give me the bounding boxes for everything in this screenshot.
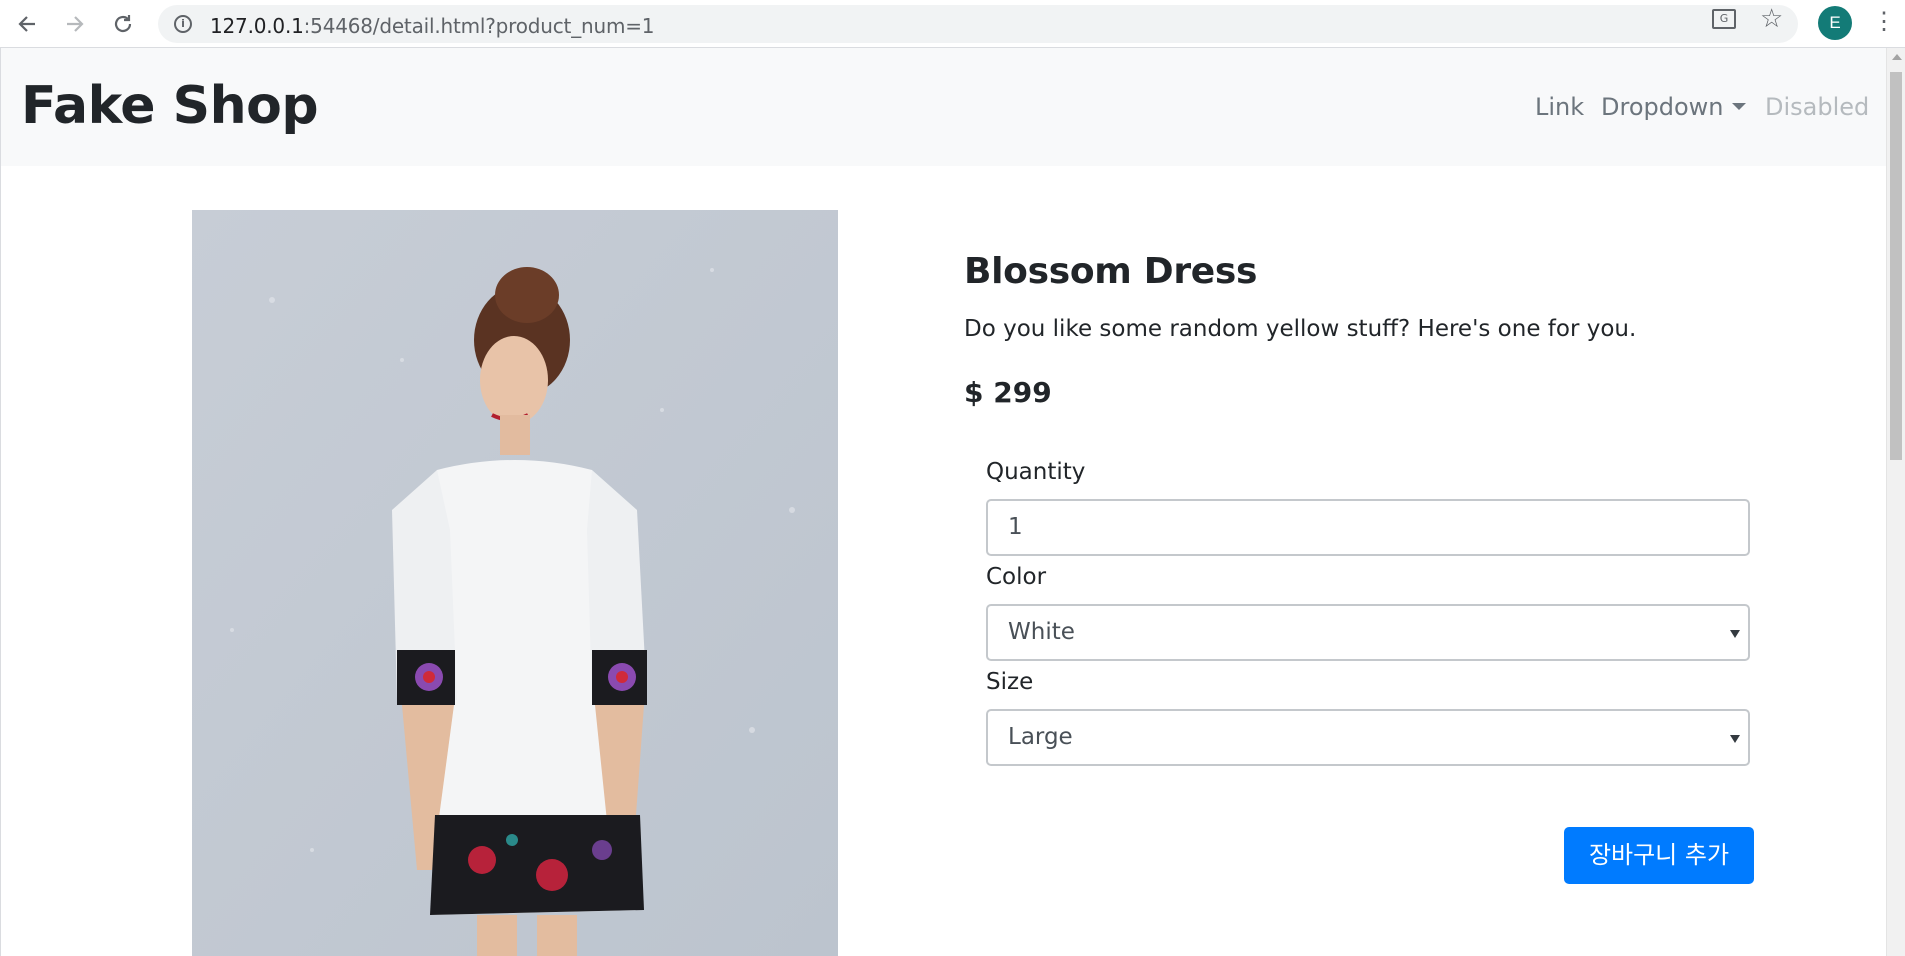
brand-logo[interactable]: Fake Shop (21, 76, 319, 136)
chevron-down-icon (1730, 735, 1740, 743)
forward-arrow-icon[interactable] (58, 7, 92, 41)
nav-dropdown-label: Dropdown (1601, 93, 1724, 121)
color-label: Color (986, 564, 1047, 590)
product-price: $ 299 (964, 376, 1052, 409)
back-arrow-icon[interactable] (10, 7, 44, 41)
quantity-input[interactable]: 1 (986, 499, 1750, 556)
info-icon[interactable]: i (174, 15, 192, 33)
reload-icon[interactable] (106, 7, 140, 41)
color-select-value: White (1008, 619, 1075, 645)
navbar: Fake Shop Link Dropdown Disabled (1, 48, 1886, 166)
product-image (192, 210, 838, 956)
quantity-label: Quantity (986, 459, 1086, 485)
add-to-cart-button[interactable]: 장바구니 추가 (1564, 827, 1754, 884)
size-select-value: Large (1008, 724, 1073, 750)
nav-dropdown[interactable]: Dropdown (1601, 93, 1746, 121)
scroll-up-arrow-icon[interactable] (1892, 54, 1902, 60)
url-text[interactable]: 127.0.0.1:54468/detail.html?product_num=… (210, 14, 655, 38)
address-bar[interactable]: i 127.0.0.1:54468/detail.html?product_nu… (158, 5, 1798, 43)
size-label: Size (986, 669, 1034, 695)
size-select[interactable]: Large (986, 709, 1750, 766)
product-description: Do you like some random yellow stuff? He… (964, 316, 1637, 342)
caret-down-icon (1731, 103, 1746, 110)
vertical-scrollbar[interactable] (1886, 48, 1905, 956)
url-path: :54468/detail.html?product_num=1 (303, 14, 655, 38)
product-title: Blossom Dress (964, 251, 1258, 292)
nav-disabled-link: Disabled (1765, 93, 1870, 121)
kebab-menu-icon[interactable]: ⋮ (1872, 7, 1896, 41)
chevron-down-icon (1730, 630, 1740, 638)
color-select[interactable]: White (986, 604, 1750, 661)
avatar[interactable]: E (1818, 6, 1852, 40)
translate-icon[interactable]: G (1712, 9, 1736, 29)
page-viewport: Fake Shop Link Dropdown Disabled Blossom… (0, 48, 1886, 956)
scroll-thumb[interactable] (1890, 72, 1902, 460)
browser-toolbar: i 127.0.0.1:54468/detail.html?product_nu… (0, 0, 1905, 48)
nav-link[interactable]: Link (1535, 93, 1584, 121)
star-icon[interactable]: ☆ (1760, 4, 1783, 34)
url-host: 127.0.0.1 (210, 14, 304, 38)
